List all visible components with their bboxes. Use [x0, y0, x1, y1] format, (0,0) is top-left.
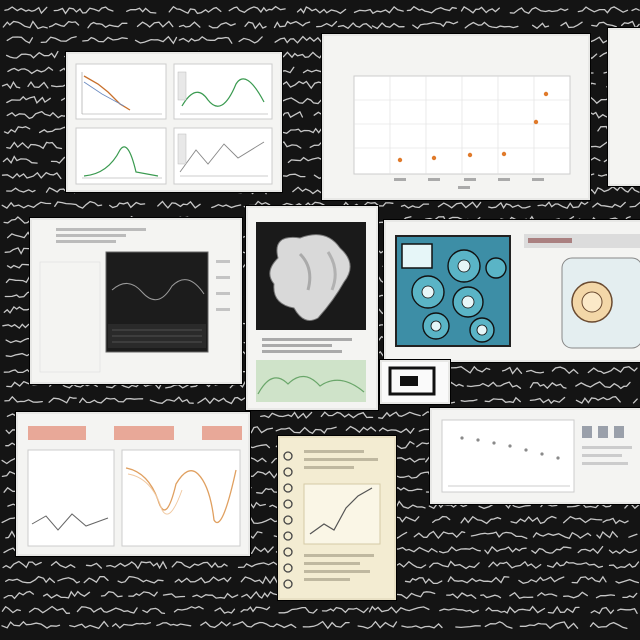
panel-partial-top-right	[608, 28, 640, 186]
panel-small-frame	[380, 360, 450, 404]
device-illustration-icon	[561, 257, 640, 349]
panel-monitor-chart	[30, 218, 242, 384]
panel-scatter-chart	[322, 34, 590, 200]
cell-diagram-icon	[395, 235, 511, 347]
monitor-icon	[105, 251, 209, 353]
panel-cell-diagram	[384, 220, 640, 362]
panel-molecule-render	[246, 206, 378, 410]
mini-chart-bottom-left	[75, 127, 167, 185]
panel-waveform-charts	[16, 412, 250, 556]
mini-chart-bottom-right	[173, 127, 273, 185]
panel-dot-plot	[430, 408, 640, 504]
mini-chart-top-right	[173, 63, 273, 120]
mini-chart-top-left	[75, 63, 167, 120]
spiral-notebook	[278, 436, 396, 600]
spiral-notebook-icon	[283, 451, 293, 589]
panel-chart-grid	[66, 52, 282, 192]
